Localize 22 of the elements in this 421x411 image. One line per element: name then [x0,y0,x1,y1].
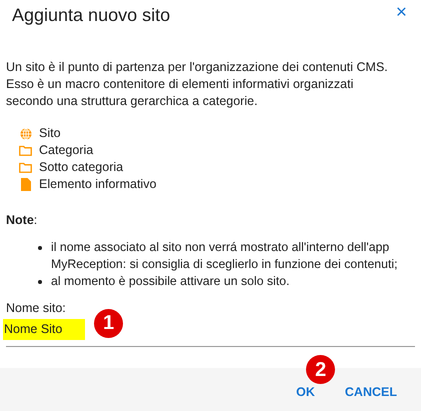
description-text: Un sito è il punto di partenza per l'organizzazione dei contenuti CMS. Esso è un macro contenitore di elementi informativi organizzati secondo una struttura gerarchica a categorie. [6,59,389,110]
note-item: il nome associato al sito non verrá mostrato all'interno dell'app MyReception: si consiglia di sceglierlo in funzione dei contenuti; [51,239,399,273]
legend-label: Categoria [39,142,94,159]
bullet-icon [38,246,42,250]
folder-icon [19,145,32,156]
legend-label: Sotto categoria [39,159,124,176]
callout-badge: 2 [306,355,336,384]
globe-icon [20,128,32,140]
legend-label: Elemento informativo [39,176,156,193]
callout-badge: 1 [94,309,123,338]
note-item: al momento è possibile attivare un solo sito. [51,273,290,290]
field-label: Nome sito: [6,300,67,317]
dialog-title: Aggiunta nuovo sito [12,4,170,27]
legend-label: Sito [39,125,61,142]
dialog-button[interactable]: CANCEL [344,385,397,399]
dialog-button[interactable]: OK [296,385,315,399]
close-button[interactable]: × [396,3,407,22]
bullet-icon [38,280,42,284]
file-icon [20,178,30,191]
note-heading: Note: [6,212,38,229]
folder-icon [19,162,32,173]
site-name-field[interactable]: Nome Sito [3,319,85,340]
